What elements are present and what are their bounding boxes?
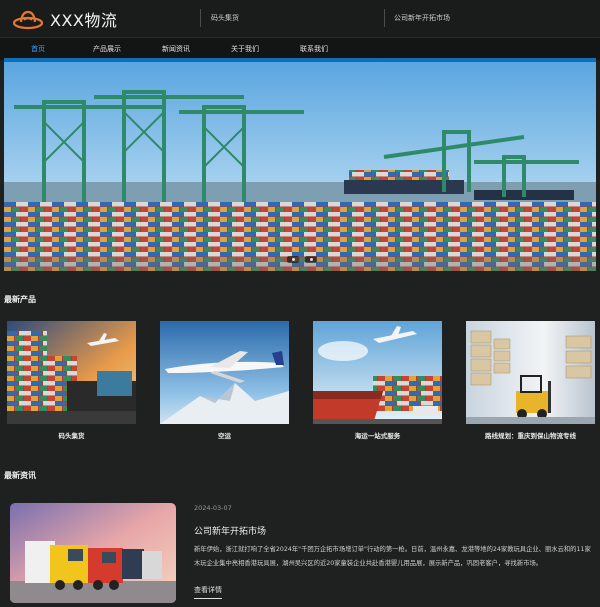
header-divider	[384, 9, 385, 27]
nav-item-contact[interactable]: 联系我们	[279, 38, 349, 60]
main-nav: 首页 产品展示 新闻资讯 关于我们 联系我们	[0, 38, 600, 60]
air-freight-image	[160, 321, 289, 424]
port-containers-image	[7, 321, 136, 424]
banner-dot-2[interactable]	[305, 256, 317, 263]
news-date: 2024-03-07	[194, 504, 232, 512]
product-caption: 路线规划：重庆到保山物流专线	[485, 432, 576, 440]
nav-item-news[interactable]: 新闻资讯	[141, 38, 211, 60]
nav-item-products[interactable]: 产品展示	[72, 38, 142, 60]
banner-pagination	[287, 256, 317, 263]
news-section-title: 最新资讯	[4, 471, 36, 480]
news-summary: 新年伊始，浙江就打响了全省2024年"千团万企拓市场增订单"行动的第一枪。日前，…	[194, 546, 591, 567]
read-more-link[interactable]: 查看详情	[194, 585, 222, 595]
banner-dot-1[interactable]	[287, 256, 299, 263]
brand[interactable]: XXX物流	[12, 6, 117, 32]
brand-title: XXX物流	[50, 11, 118, 30]
news-thumbnail[interactable]	[10, 503, 176, 603]
header-link-port[interactable]: 码头集货	[211, 13, 239, 23]
warehouse-image	[466, 321, 595, 424]
products-section-title: 最新产品	[4, 295, 36, 304]
product-card[interactable]: 空运	[160, 321, 289, 440]
hero-banner[interactable]	[4, 61, 596, 271]
hat-logo-icon	[12, 10, 44, 30]
trucks-image	[10, 503, 176, 603]
port-banner-image	[4, 62, 596, 271]
header-divider	[200, 9, 201, 27]
news-title[interactable]: 公司新年开拓市场	[194, 524, 266, 537]
product-card[interactable]: 码头集货	[7, 321, 136, 440]
read-more-underline	[194, 598, 222, 599]
product-caption: 码头集货	[58, 432, 85, 440]
site-header: XXX物流 码头集货 公司新年开拓市场	[0, 0, 600, 38]
product-card[interactable]: 路线规划：重庆到保山物流专线	[466, 321, 595, 440]
header-link-news[interactable]: 公司新年开拓市场	[394, 13, 450, 23]
product-caption: 海运一站式服务	[354, 432, 401, 440]
product-card[interactable]: 海运一站式服务	[313, 321, 442, 440]
product-caption: 空运	[218, 432, 231, 440]
nav-item-about[interactable]: 关于我们	[210, 38, 280, 60]
nav-item-home[interactable]: 首页	[3, 38, 73, 60]
sea-freight-image	[313, 321, 442, 424]
